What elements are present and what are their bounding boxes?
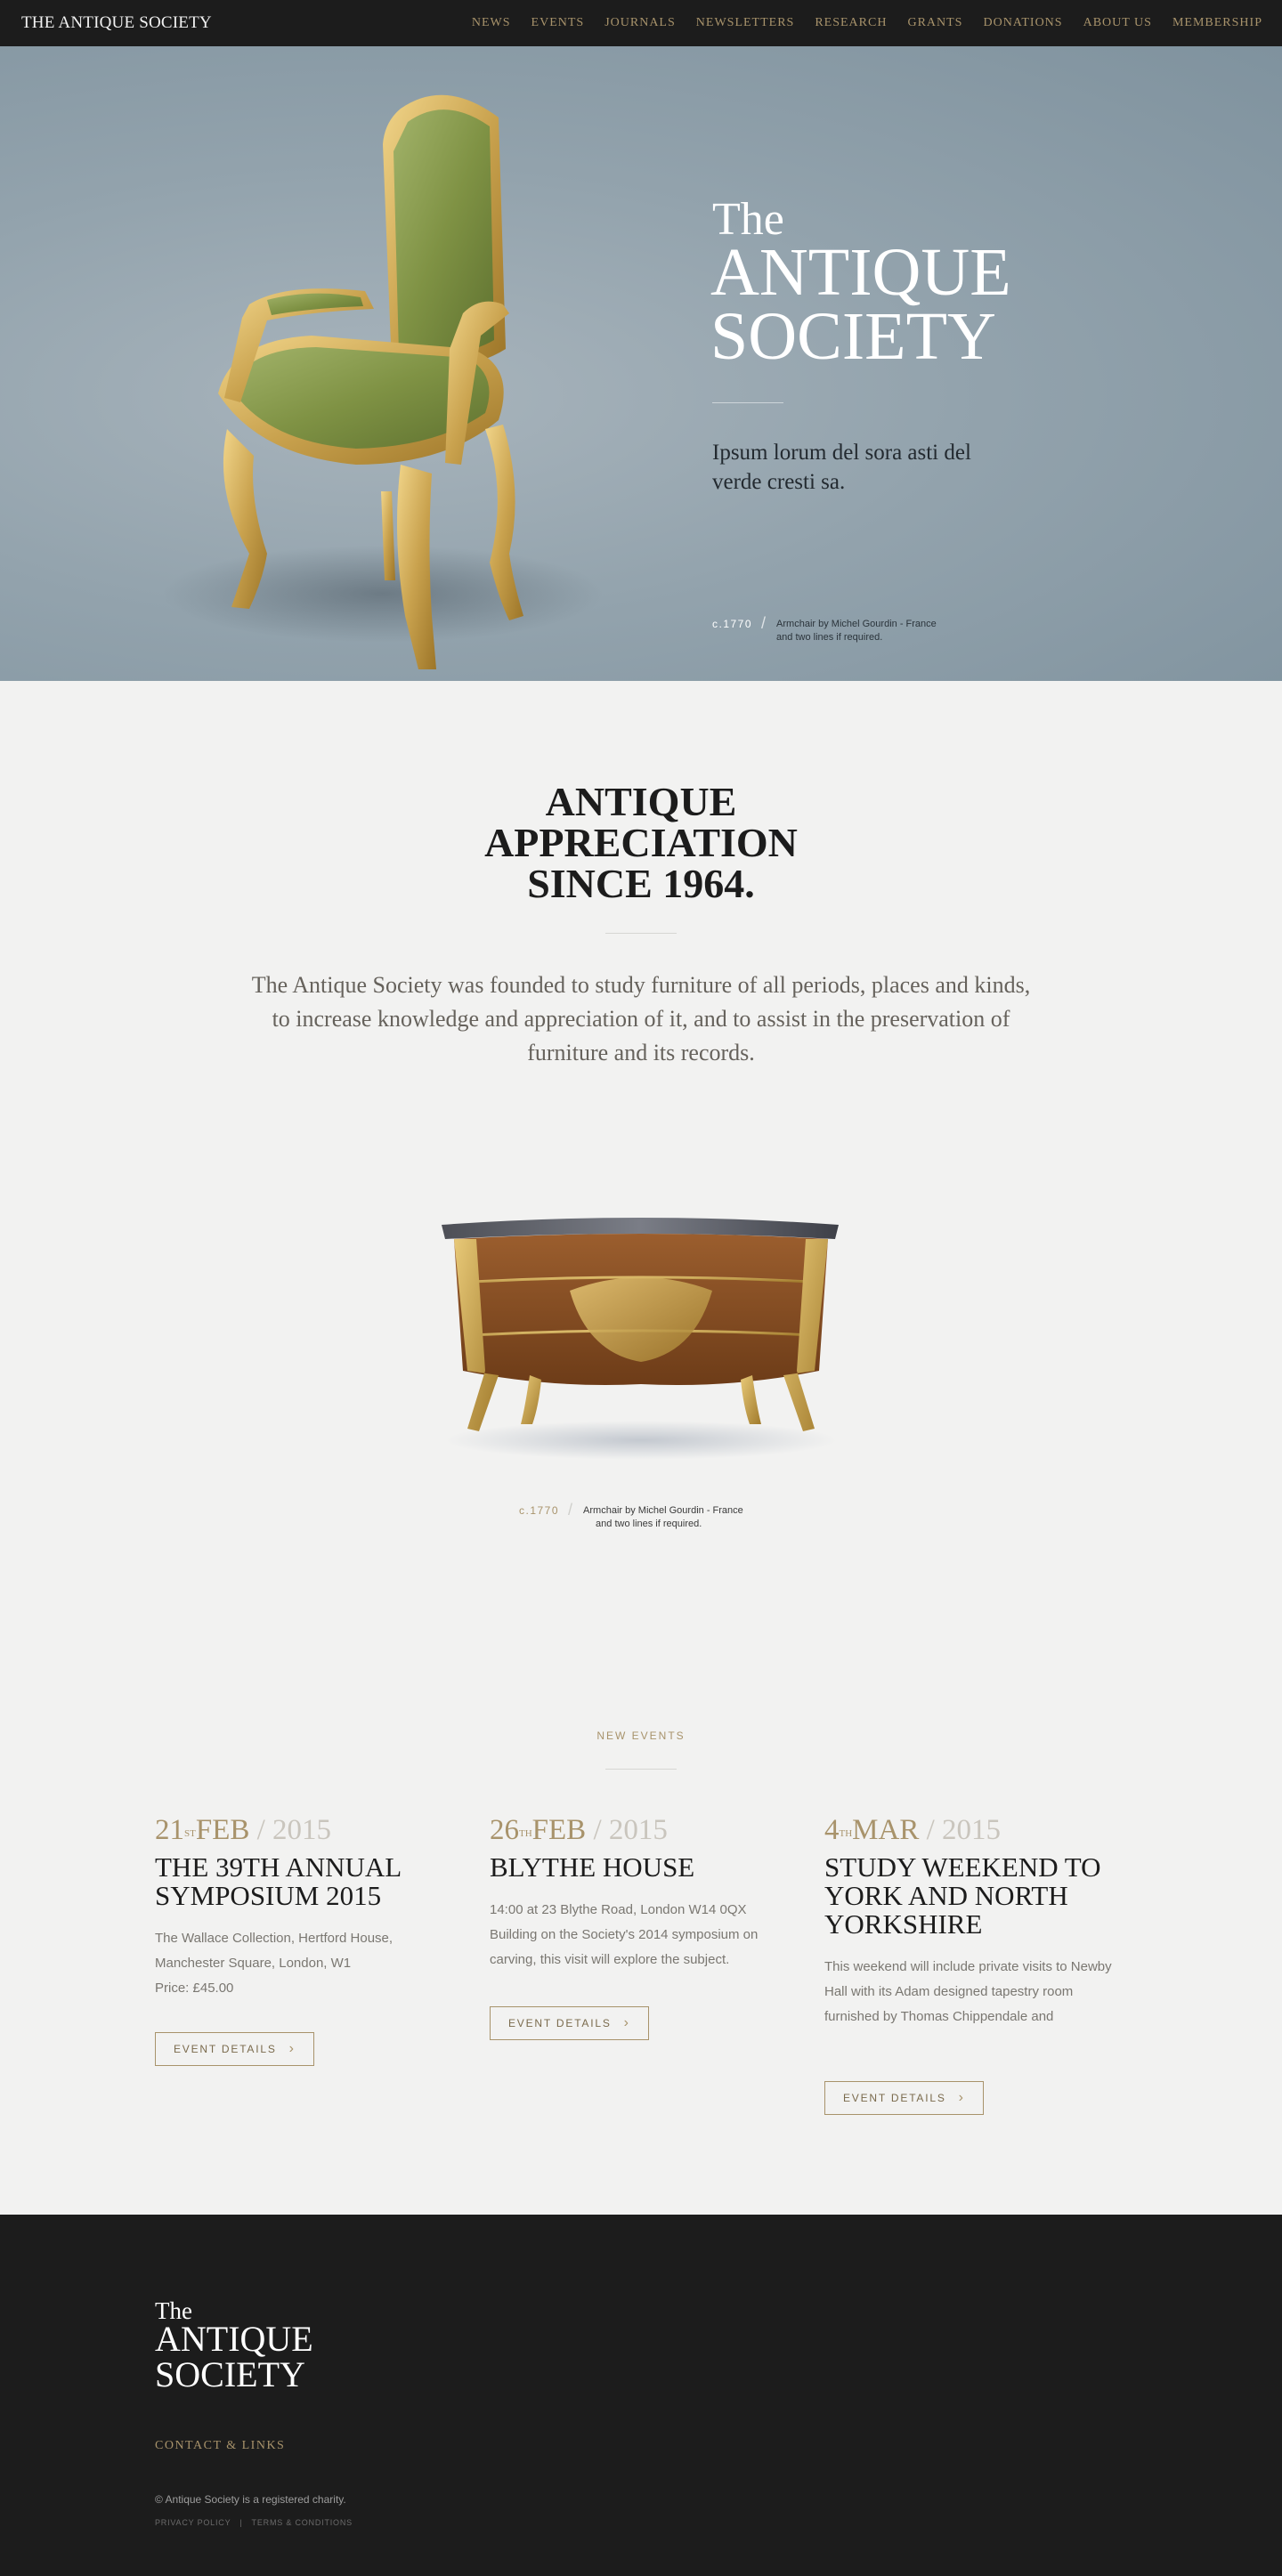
events-divider [605, 1769, 677, 1770]
event-day: 21 [155, 1814, 184, 1846]
event-date: 4THMAR / 2015 [824, 1814, 1002, 1846]
commode-caption-year: c.1770 [519, 1504, 560, 1517]
footer-logo-line1: ANTIQUE [155, 2319, 313, 2359]
event-details-label: EVENT DETAILS [508, 2017, 612, 2029]
event-date: 26THFEB / 2015 [490, 1814, 668, 1846]
hero-caption: c.1770 / Armchair by Michel Gourdin - Fr… [712, 614, 937, 644]
event-year: 2015 [942, 1814, 1002, 1846]
chevron-right-icon: › [623, 2015, 630, 2030]
nav-grants[interactable]: GRANTS [907, 16, 962, 30]
privacy-policy-link[interactable]: PRIVACY POLICY [155, 2518, 231, 2527]
nav-newsletters[interactable]: NEWSLETTERS [696, 16, 795, 30]
hero-title-line2: SOCIETY [710, 299, 996, 374]
hero-caption-text: Armchair by Michel Gourdin - France and … [776, 618, 937, 644]
main-nav: NEWS EVENTS JOURNALS NEWSLETTERS RESEARC… [451, 16, 1262, 30]
hero-subtitle: Ipsum lorum del sora asti del verde cres… [712, 441, 971, 494]
event-card: 4THMAR / 2015 STUDY WEEKEND TO YORK AND … [824, 1812, 1127, 2115]
event-day: 26 [490, 1814, 519, 1846]
footer-logo-line2: SOCIETY [155, 2354, 305, 2394]
chevron-right-icon: › [958, 2090, 965, 2105]
hero-section: The ANTIQUE SOCIETY Ipsum lorum del sora… [0, 46, 1282, 681]
legal-separator: | [239, 2518, 243, 2527]
hero-caption-line1: Armchair by Michel Gourdin - France [776, 619, 937, 629]
commode-caption: c.1770 / Armchair by Michel Gourdin - Fr… [519, 1501, 743, 1531]
commode-caption-text: Armchair by Michel Gourdin - France and … [583, 1504, 743, 1531]
nav-donations[interactable]: DONATIONS [983, 16, 1062, 30]
top-navigation-bar: THE ANTIQUE SOCIETY NEWS EVENTS JOURNALS… [0, 0, 1282, 46]
caption-slash: / [568, 1501, 573, 1519]
intro-text: The Antique Society was founded to study… [251, 972, 1031, 1065]
footer-logo[interactable]: ANTIQUE SOCIETY [155, 2321, 313, 2393]
nav-events[interactable]: EVENTS [531, 16, 585, 30]
hero-caption-year: c.1770 [712, 618, 753, 630]
legal-links: PRIVACY POLICY | TERMS & CONDITIONS [155, 2518, 353, 2527]
event-details-button[interactable]: EVENT DETAILS › [824, 2081, 984, 2115]
event-description: 14:00 at 23 Blythe Road, London W14 0QX … [490, 1898, 792, 1973]
event-price: Price: £45.00 [155, 1981, 234, 1996]
event-date: 21STFEB / 2015 [155, 1814, 332, 1846]
event-desc-text: This weekend will include private visits… [824, 1959, 1112, 2024]
intro-title-line3: SINCE 1964. [527, 861, 755, 906]
intro-title-line2: APPRECIATION [484, 820, 798, 865]
chevron-right-icon: › [288, 2041, 296, 2056]
event-month: FEB [195, 1814, 250, 1846]
charity-notice: © Antique Society is a registered charit… [155, 2493, 346, 2506]
terms-link[interactable]: TERMS & CONDITIONS [252, 2518, 353, 2527]
event-day-suffix: TH [519, 1828, 532, 1839]
caption-slash: / [761, 614, 767, 632]
hero-divider [712, 402, 783, 403]
nav-about-us[interactable]: ABOUT US [1083, 16, 1152, 30]
event-desc-text: 14:00 at 23 Blythe Road, London W14 0QX … [490, 1902, 759, 1967]
event-details-label: EVENT DETAILS [843, 2092, 946, 2104]
commode-caption-line1: Armchair by Michel Gourdin - France [583, 1505, 743, 1516]
event-year: 2015 [272, 1814, 332, 1846]
nav-research[interactable]: RESEARCH [815, 16, 887, 30]
event-details-button[interactable]: EVENT DETAILS › [155, 2032, 314, 2066]
event-details-label: EVENT DETAILS [174, 2043, 277, 2055]
event-day: 4 [824, 1814, 840, 1846]
event-month: FEB [531, 1814, 587, 1846]
event-desc-text: The Wallace Collection, Hertford House, … [155, 1931, 394, 1971]
event-description: This weekend will include private visits… [824, 1955, 1127, 2029]
event-title: BLYTHE HOUSE [490, 1851, 695, 1883]
event-year: 2015 [608, 1814, 668, 1846]
armchair-image [218, 94, 523, 669]
event-description: The Wallace Collection, Hertford House, … [155, 1926, 458, 2001]
event-card: 21STFEB / 2015 THE 39TH ANNUAL SYMPOSIUM… [155, 1812, 458, 2066]
commode-illustration [442, 1218, 839, 1460]
intro-title: ANTIQUE APPRECIATION SINCE 1964. [0, 782, 1282, 904]
brand-logo[interactable]: THE ANTIQUE SOCIETY [21, 13, 212, 33]
event-month: MAR [852, 1814, 920, 1846]
event-title: STUDY WEEKEND TO YORK AND NORTH YORKSHIR… [824, 1851, 1101, 1940]
hero-caption-line2: and two lines if required. [776, 632, 883, 643]
nav-news[interactable]: NEWS [472, 16, 511, 30]
hero-title-line1: ANTIQUE [710, 235, 1011, 310]
event-day-suffix: ST [184, 1828, 196, 1839]
commode-image [436, 1202, 846, 1460]
event-details-button[interactable]: EVENT DETAILS › [490, 2006, 649, 2040]
nav-membership[interactable]: MEMBERSHIP [1172, 16, 1262, 30]
event-day-suffix: TH [839, 1828, 853, 1839]
site-footer: The ANTIQUE SOCIETY CONTACT & LINKS © An… [0, 2215, 1282, 2576]
hero-title: ANTIQUE SOCIETY [710, 235, 1011, 374]
intro-divider [605, 933, 677, 934]
nav-journals[interactable]: JOURNALS [604, 16, 676, 30]
intro-title-line1: ANTIQUE [545, 779, 737, 824]
commode-caption-line2: and two lines if required. [596, 1519, 702, 1529]
event-card: 26THFEB / 2015 BLYTHE HOUSE 14:00 at 23 … [490, 1812, 792, 2040]
event-title: THE 39TH ANNUAL SYMPOSIUM 2015 [155, 1851, 402, 1911]
contact-links[interactable]: CONTACT & LINKS [155, 2439, 285, 2453]
events-heading: NEW EVENTS [596, 1729, 686, 1742]
